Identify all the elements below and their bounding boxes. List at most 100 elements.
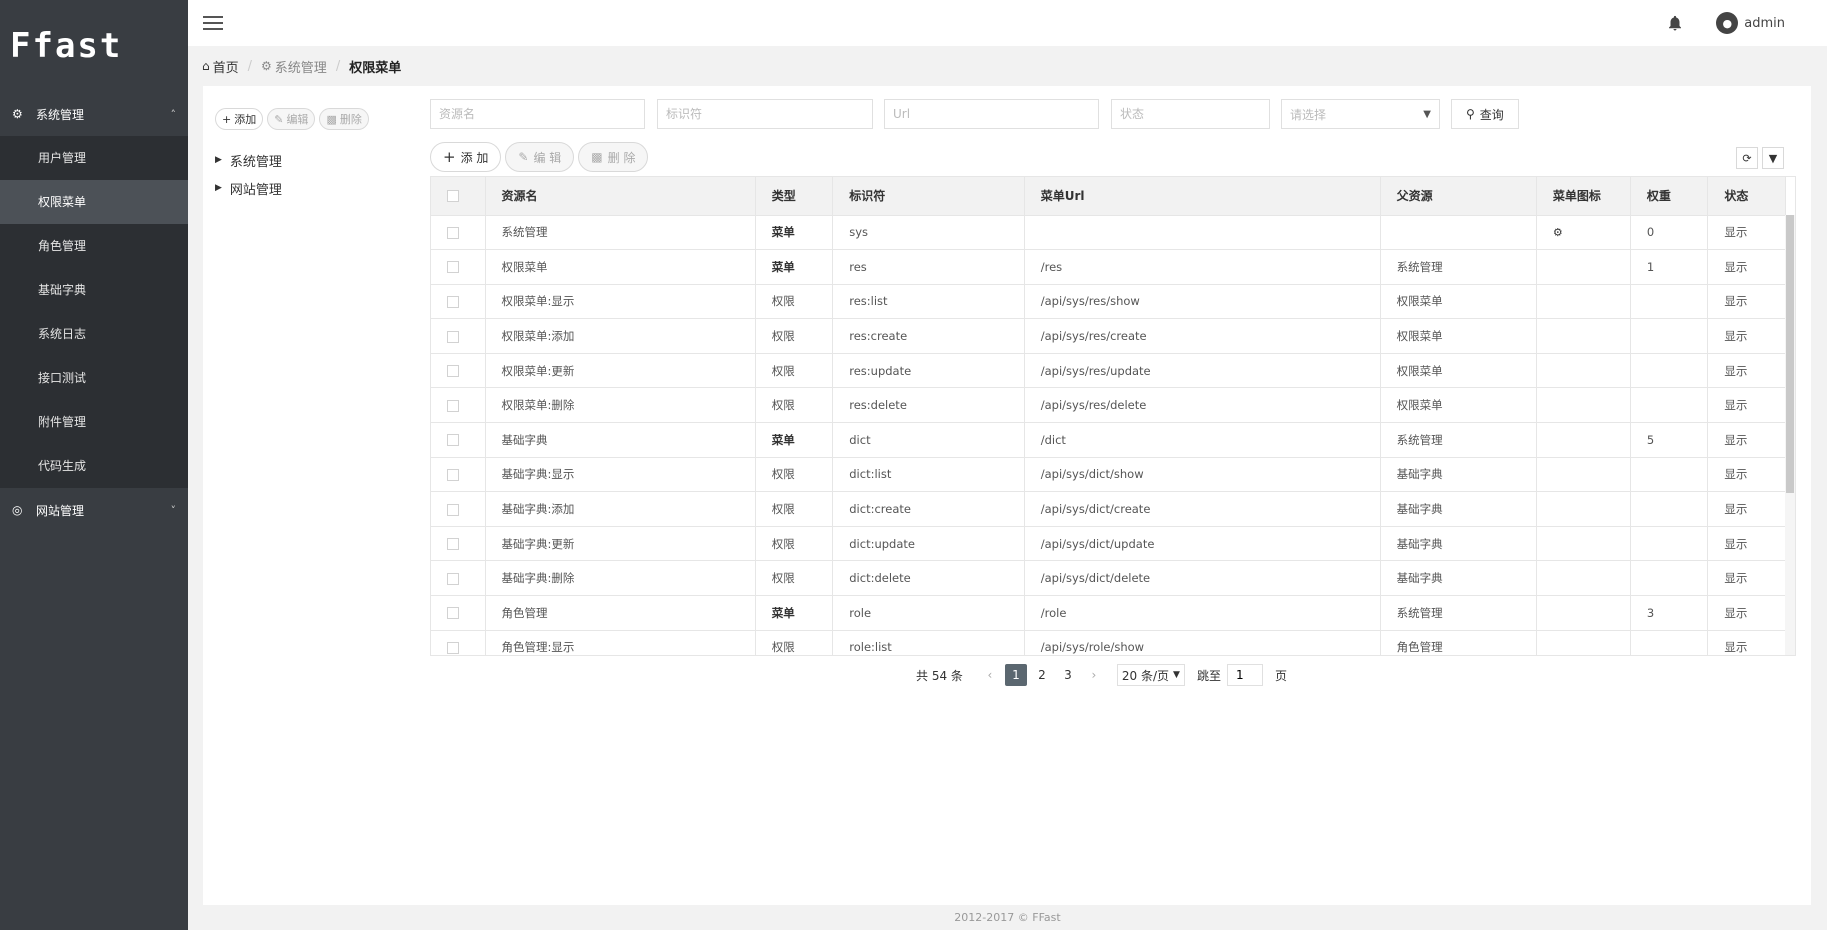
table-row[interactable]: 权限菜单:更新 权限 res:update/api/sys/res/update 权限… bbox=[431, 353, 1786, 389]
sidebar-item[interactable]: 基础字典 bbox=[0, 268, 188, 312]
edit-button[interactable]: ✎ 编 辑 bbox=[505, 142, 575, 172]
row-checkbox[interactable] bbox=[447, 538, 459, 551]
top-header: ● admin bbox=[188, 0, 1827, 46]
tree-add-button[interactable]: + 添加 bbox=[215, 108, 264, 130]
row-checkbox[interactable] bbox=[447, 641, 459, 654]
sidebar-item[interactable]: 系统日志 bbox=[0, 312, 188, 356]
table-cell: 权限 bbox=[755, 318, 834, 354]
sidebar-item[interactable]: 接口测试 bbox=[0, 356, 188, 400]
resource-name-input[interactable] bbox=[430, 99, 645, 129]
table-row[interactable]: 权限菜单:添加 权限 res:create/api/sys/res/create 权限… bbox=[431, 318, 1786, 354]
sidebar-item[interactable]: 角色管理 bbox=[0, 224, 188, 268]
tree-node-system[interactable]: ▶ 系统管理 bbox=[215, 146, 282, 174]
table-row[interactable]: 角色管理 菜单 role/role 系统管理 3 显示 bbox=[431, 595, 1786, 631]
table-cell: role:list bbox=[832, 630, 1025, 655]
table-cell bbox=[1536, 353, 1631, 389]
table-row[interactable]: 权限菜单:显示 权限 res:list/api/sys/res/show 权限菜单 显示 bbox=[431, 284, 1786, 320]
tree-edit-button[interactable]: ✎ 编辑 bbox=[267, 108, 316, 130]
table-row[interactable]: 权限菜单:删除 权限 res:delete/api/sys/res/delete 权限… bbox=[431, 387, 1786, 424]
url-input[interactable] bbox=[884, 99, 1099, 129]
breadcrumb-home[interactable]: ⌂ 首页 bbox=[202, 57, 239, 76]
row-checkbox[interactable] bbox=[447, 572, 459, 585]
query-button[interactable]: ⚲ 查询 bbox=[1451, 99, 1519, 129]
table-cell: 权限菜单:删除 bbox=[485, 387, 756, 424]
page-size-select[interactable]: 20 条/页 ▼ bbox=[1116, 664, 1185, 686]
row-checkbox[interactable] bbox=[447, 295, 459, 308]
tree-delete-button[interactable]: ▩ 删除 bbox=[319, 108, 369, 130]
page-3[interactable]: 3 bbox=[1057, 664, 1079, 686]
column-header[interactable]: 权重 bbox=[1630, 177, 1709, 216]
add-button[interactable]: + 添 加 bbox=[430, 142, 502, 172]
table-cell: 系统管理 bbox=[1380, 595, 1537, 631]
row-checkbox[interactable] bbox=[447, 226, 459, 239]
jump-page-input[interactable] bbox=[1226, 664, 1263, 686]
bell-icon[interactable] bbox=[1666, 14, 1684, 32]
table-cell: 菜单 bbox=[755, 595, 834, 631]
table-cell: 系统管理 bbox=[1380, 249, 1537, 285]
table-row[interactable]: 权限菜单 菜单 res/res 系统管理 1 显示 bbox=[431, 249, 1786, 285]
table-cell: /api/sys/res/create bbox=[1024, 318, 1381, 354]
next-page-icon[interactable]: › bbox=[1083, 664, 1105, 686]
table-cell: 角色管理 bbox=[485, 595, 756, 631]
identifier-input[interactable] bbox=[657, 99, 873, 129]
menu-toggle-icon[interactable] bbox=[203, 12, 223, 34]
sidebar-group[interactable]: ⚙ 系统管理 ˄ bbox=[0, 92, 188, 136]
row-checkbox[interactable] bbox=[447, 261, 459, 274]
avatar-icon[interactable]: ● bbox=[1716, 12, 1739, 34]
table-row[interactable]: 基础字典:更新 权限 dict:update/api/sys/dict/update… bbox=[431, 526, 1786, 562]
table-cell: 角色管理:显示 bbox=[485, 630, 756, 655]
table-cell: 显示 bbox=[1707, 353, 1786, 389]
sidebar-group[interactable]: ◎ 网站管理 ˅ bbox=[0, 488, 188, 532]
row-checkbox[interactable] bbox=[447, 365, 459, 378]
username-label[interactable]: admin bbox=[1744, 16, 1785, 31]
column-header[interactable]: 标识符 bbox=[832, 177, 1025, 216]
page-1[interactable]: 1 bbox=[1004, 664, 1027, 686]
select-all-checkbox[interactable] bbox=[447, 190, 459, 203]
row-checkbox[interactable] bbox=[447, 503, 459, 516]
row-checkbox[interactable] bbox=[447, 434, 459, 447]
table-tools: ⟳ ▼ bbox=[1736, 147, 1784, 169]
sidebar-item[interactable]: 权限菜单 bbox=[0, 180, 188, 224]
filter-icon[interactable]: ▼ bbox=[1762, 147, 1784, 169]
table-row[interactable]: 基础字典:添加 权限 dict:create/api/sys/dict/create… bbox=[431, 491, 1786, 527]
column-header[interactable]: 资源名 bbox=[485, 177, 756, 216]
table-row[interactable]: 基础字典:显示 权限 dict:list/api/sys/dict/show 基础字典… bbox=[431, 457, 1786, 493]
breadcrumb-parent[interactable]: ⚙ 系统管理 bbox=[261, 57, 327, 76]
header-user-area: ● admin bbox=[1666, 12, 1827, 34]
refresh-icon[interactable]: ⟳ bbox=[1736, 147, 1758, 169]
sidebar-item[interactable]: 附件管理 bbox=[0, 400, 188, 444]
type-select[interactable]: 请选择 ▼ bbox=[1281, 99, 1440, 129]
status-input[interactable] bbox=[1111, 99, 1270, 129]
table-cell: 5 bbox=[1630, 422, 1709, 458]
table-row[interactable]: 系统管理 菜单 sys ⚙ 0 显示 bbox=[431, 215, 1786, 251]
column-header[interactable]: 状态 bbox=[1707, 177, 1786, 216]
sidebar-item[interactable]: 代码生成 bbox=[0, 444, 188, 488]
table-cell bbox=[1536, 560, 1631, 597]
row-checkbox[interactable] bbox=[447, 468, 459, 481]
table-scrollbar[interactable] bbox=[1785, 215, 1795, 655]
row-checkbox[interactable] bbox=[447, 330, 459, 343]
tree-node-website[interactable]: ▶ 网站管理 bbox=[215, 174, 282, 202]
row-checkbox[interactable] bbox=[447, 399, 459, 412]
table-row[interactable]: 基础字典:删除 权限 dict:delete/api/sys/dict/delete… bbox=[431, 560, 1786, 597]
row-checkbox[interactable] bbox=[447, 607, 459, 620]
prev-page-icon[interactable]: ‹ bbox=[979, 664, 1001, 686]
table-cell bbox=[1380, 215, 1537, 251]
table-row[interactable]: 角色管理:显示 权限 role:list/api/sys/role/show 角色管理… bbox=[431, 630, 1786, 655]
page-2[interactable]: 2 bbox=[1031, 664, 1053, 686]
column-header[interactable]: 菜单图标 bbox=[1536, 177, 1631, 216]
table-cell bbox=[1536, 318, 1631, 354]
footer: 2012-2017 © FFast bbox=[954, 911, 1061, 924]
table-cell: 显示 bbox=[1707, 284, 1786, 320]
delete-button[interactable]: ▩ 删 除 bbox=[578, 142, 649, 172]
column-header[interactable]: 类型 bbox=[755, 177, 834, 216]
edit-label: 编 辑 bbox=[533, 150, 562, 165]
table-row[interactable]: 基础字典 菜单 dict/dict 系统管理 5 显示 bbox=[431, 422, 1786, 458]
scrollbar-thumb[interactable] bbox=[1786, 215, 1794, 493]
table-cell: /api/sys/dict/create bbox=[1024, 491, 1381, 527]
sidebar-item[interactable]: 用户管理 bbox=[0, 136, 188, 180]
column-header[interactable]: 菜单Url bbox=[1024, 177, 1381, 216]
table-cell: 权限 bbox=[755, 387, 834, 424]
column-header[interactable]: 父资源 bbox=[1380, 177, 1537, 216]
table-cell: 权限 bbox=[755, 630, 834, 655]
